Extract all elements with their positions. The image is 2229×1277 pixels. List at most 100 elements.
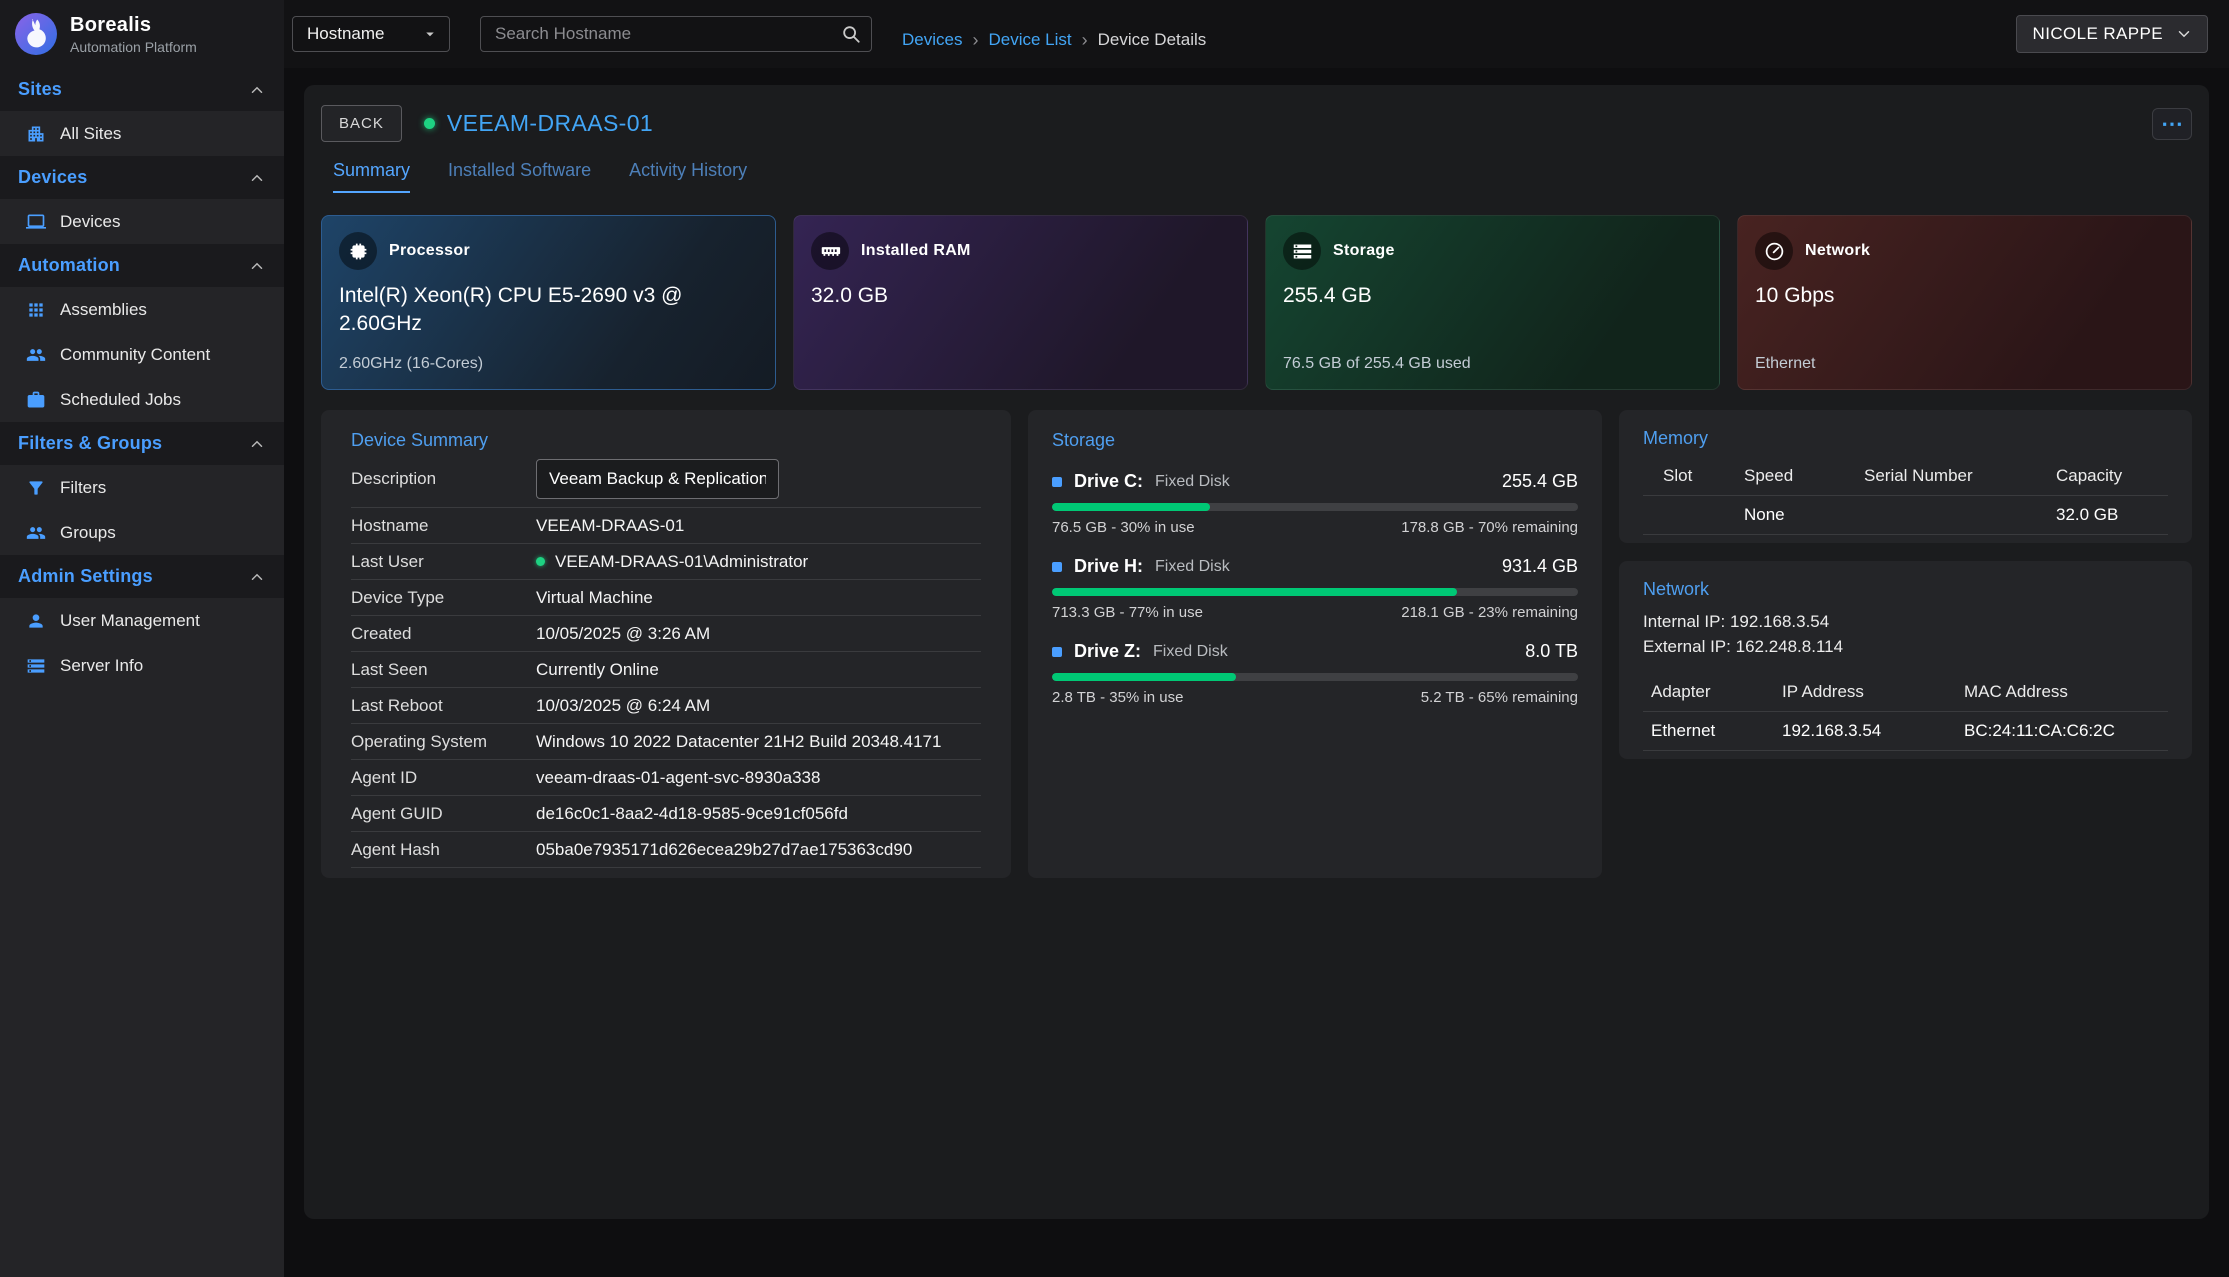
sidebar-section-admin-settings[interactable]: Admin Settings xyxy=(0,555,284,598)
chevron-up-icon xyxy=(248,257,266,275)
sidebar-item-devices[interactable]: Devices xyxy=(0,199,284,244)
stat-card-value: Intel(R) Xeon(R) CPU E5-2690 v3 @ 2.60GH… xyxy=(339,282,758,339)
filter-icon xyxy=(26,478,46,498)
sidebar-item-groups[interactable]: Groups xyxy=(0,510,284,555)
storage-icon xyxy=(1283,232,1321,270)
column-header: Capacity xyxy=(2056,466,2168,486)
section-label: Sites xyxy=(18,79,62,100)
grid-icon xyxy=(26,300,46,320)
memory-table-row: None 32.0 GB xyxy=(1643,496,2168,535)
sidebar-item-assemblies[interactable]: Assemblies xyxy=(0,287,284,332)
drive-h: Drive H: Fixed Disk 931.4 GB 713.3 GB - … xyxy=(1052,556,1578,621)
drive-type: Fixed Disk xyxy=(1155,558,1230,576)
column-header: IP Address xyxy=(1782,682,1964,702)
user-menu-button[interactable]: NICOLE RAPPE xyxy=(2016,15,2208,53)
drive-z: Drive Z: Fixed Disk 8.0 TB 2.8 TB - 35% … xyxy=(1052,641,1578,706)
summary-value: VEEAM-DRAAS-01 xyxy=(536,516,684,536)
tab-activity-history[interactable]: Activity History xyxy=(629,160,747,193)
breadcrumb-device-list[interactable]: Device List xyxy=(988,30,1071,50)
sidebar-item-all-sites[interactable]: All Sites xyxy=(0,111,284,156)
memory-capacity: 32.0 GB xyxy=(2056,505,2168,525)
network-panel-title: Network xyxy=(1643,579,2168,600)
search-icon[interactable] xyxy=(841,24,861,44)
memory-table-header: Slot Speed Serial Number Capacity xyxy=(1643,457,2168,496)
summary-value: 10/03/2025 @ 6:24 AM xyxy=(536,696,710,716)
drive-bullet-icon xyxy=(1052,562,1062,572)
caret-down-icon xyxy=(421,25,439,43)
column-header: Speed xyxy=(1744,466,1864,486)
storage-panel: Storage Drive C: Fixed Disk 255.4 GB 76.… xyxy=(1028,410,1602,878)
network-adapter: Ethernet xyxy=(1651,721,1782,741)
drive-size: 931.4 GB xyxy=(1502,556,1578,577)
search-box xyxy=(480,16,872,52)
description-input[interactable] xyxy=(536,459,779,499)
stat-card-value: 255.4 GB xyxy=(1283,282,1702,310)
chevron-up-icon xyxy=(248,568,266,586)
sidebar-item-label: Server Info xyxy=(60,656,143,676)
device-details-panel: BACK VEEAM-DRAAS-01 ⋯ Summary Installed … xyxy=(304,85,2209,1219)
sidebar-item-label: Community Content xyxy=(60,345,210,365)
more-actions-button[interactable]: ⋯ xyxy=(2152,108,2192,140)
groups-icon xyxy=(26,523,46,543)
drive-usage-fill xyxy=(1052,673,1236,681)
sidebar-section-sites[interactable]: Sites xyxy=(0,68,284,111)
device-tabs: Summary Installed Software Activity Hist… xyxy=(321,160,2192,193)
content-area: BACK VEEAM-DRAAS-01 ⋯ Summary Installed … xyxy=(284,68,2229,1277)
logo-area: Borealis Automation Platform xyxy=(0,0,284,68)
sidebar-item-filters[interactable]: Filters xyxy=(0,465,284,510)
sidebar-item-label: Scheduled Jobs xyxy=(60,390,181,410)
tab-installed-software[interactable]: Installed Software xyxy=(448,160,591,193)
tab-summary[interactable]: Summary xyxy=(333,160,410,193)
user-management-icon xyxy=(26,611,46,631)
summary-value: VEEAM-DRAAS-01\Administrator xyxy=(555,552,808,572)
topbar: Hostname Devices › Device List › Device … xyxy=(284,0,2229,68)
drive-remaining-text: 178.8 GB - 70% remaining xyxy=(1401,519,1578,536)
stat-card-label: Installed RAM xyxy=(861,242,971,260)
external-ip: External IP: 162.248.8.114 xyxy=(1643,635,2168,660)
drive-size: 255.4 GB xyxy=(1502,471,1578,492)
server-icon xyxy=(26,656,46,676)
sidebar-item-scheduled-jobs[interactable]: Scheduled Jobs xyxy=(0,377,284,422)
summary-label: Last Reboot xyxy=(351,696,536,716)
breadcrumb-separator: › xyxy=(972,30,978,51)
drive-usage-bar xyxy=(1052,588,1578,596)
borealis-logo xyxy=(12,10,60,58)
summary-label: Agent GUID xyxy=(351,804,536,824)
hostname-filter-select[interactable]: Hostname xyxy=(292,16,450,52)
breadcrumb-devices[interactable]: Devices xyxy=(902,30,962,50)
sidebar-item-user-management[interactable]: User Management xyxy=(0,598,284,643)
sidebar-item-label: Groups xyxy=(60,523,116,543)
sidebar-item-community-content[interactable]: Community Content xyxy=(0,332,284,377)
sidebar-section-devices[interactable]: Devices xyxy=(0,156,284,199)
network-mac: BC:24:11:CA:C6:2C xyxy=(1964,721,2168,741)
storage-panel-title: Storage xyxy=(1052,430,1578,451)
sidebar-item-label: Assemblies xyxy=(60,300,147,320)
ram-icon xyxy=(811,232,849,270)
stat-card-label: Processor xyxy=(389,242,470,260)
briefcase-icon xyxy=(26,390,46,410)
drive-c: Drive C: Fixed Disk 255.4 GB 76.5 GB - 3… xyxy=(1052,471,1578,536)
building-icon xyxy=(26,124,46,144)
column-header: Serial Number xyxy=(1864,466,2056,486)
app-name: Borealis xyxy=(70,14,197,37)
right-column: Memory Slot Speed Serial Number Capacity… xyxy=(1619,410,2192,759)
breadcrumb-separator: › xyxy=(1082,30,1088,51)
chevron-up-icon xyxy=(248,169,266,187)
drive-type: Fixed Disk xyxy=(1155,473,1230,491)
sidebar-item-server-info[interactable]: Server Info xyxy=(0,643,284,688)
search-input[interactable] xyxy=(495,24,841,44)
memory-panel-title: Memory xyxy=(1643,428,2168,449)
stat-card-network: Network 10 Gbps Ethernet xyxy=(1737,215,2192,390)
back-button[interactable]: BACK xyxy=(321,105,402,142)
summary-value: 05ba0e7935171d626ecea29b27d7ae175363cd90 xyxy=(536,840,912,860)
column-header: MAC Address xyxy=(1964,682,2168,702)
device-summary-title: Device Summary xyxy=(351,430,981,451)
section-label: Admin Settings xyxy=(18,566,153,587)
sidebar-section-automation[interactable]: Automation xyxy=(0,244,284,287)
breadcrumb: Devices › Device List › Device Details xyxy=(902,30,1206,51)
main-column: Hostname Devices › Device List › Device … xyxy=(284,0,2229,1277)
stat-card-sub: 76.5 GB of 255.4 GB used xyxy=(1283,355,1702,373)
column-header: Slot xyxy=(1663,466,1744,486)
sidebar-section-filters-groups[interactable]: Filters & Groups xyxy=(0,422,284,465)
device-header: BACK VEEAM-DRAAS-01 ⋯ xyxy=(321,105,2192,142)
